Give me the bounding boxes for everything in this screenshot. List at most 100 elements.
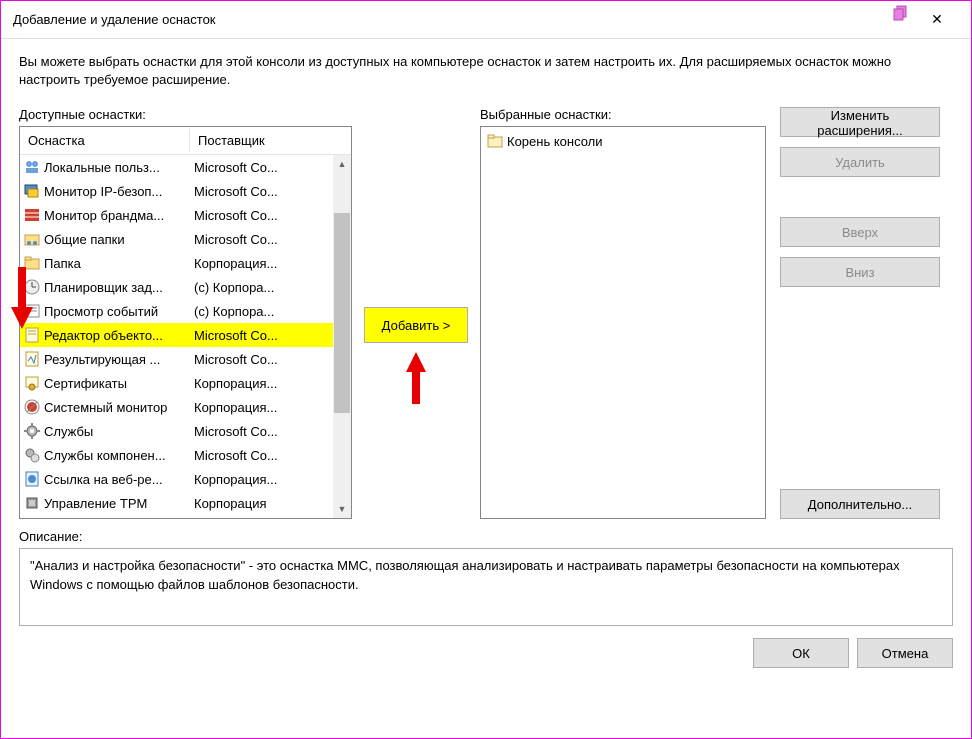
snapin-name: Общие папки bbox=[44, 232, 125, 247]
services-icon bbox=[24, 423, 40, 439]
list-item[interactable]: Папка Корпорация... bbox=[20, 251, 333, 275]
list-item[interactable]: Локальные польз... Microsoft Co... bbox=[20, 155, 333, 179]
move-up-button: Вверх bbox=[780, 217, 940, 247]
snapin-name: Монитор брандма... bbox=[44, 208, 164, 223]
move-down-button: Вниз bbox=[780, 257, 940, 287]
snapin-name: Системный монитор bbox=[44, 400, 167, 415]
add-button[interactable]: Добавить > bbox=[364, 307, 468, 343]
tpm-icon bbox=[24, 495, 40, 511]
snapin-vendor: Microsoft Co... bbox=[190, 160, 333, 175]
list-item[interactable]: Службы компонен... Microsoft Co... bbox=[20, 443, 333, 467]
scroll-thumb[interactable] bbox=[334, 213, 350, 413]
list-item[interactable]: Планировщик зад... (c) Корпора... bbox=[20, 275, 333, 299]
annotation-arrow-mid bbox=[406, 352, 426, 404]
list-item[interactable]: Службы Microsoft Co... bbox=[20, 419, 333, 443]
window-title: Добавление и удаление оснасток bbox=[13, 12, 915, 27]
snapin-vendor: Microsoft Co... bbox=[190, 448, 333, 463]
monitor-ip-icon bbox=[24, 183, 40, 199]
certificates-icon bbox=[24, 375, 40, 391]
close-button[interactable]: ✕ bbox=[915, 5, 959, 35]
titlebar: Добавление и удаление оснасток ✕ bbox=[1, 1, 971, 39]
firewall-icon bbox=[24, 207, 40, 223]
annotation-arrow-left bbox=[11, 267, 33, 329]
snapin-name: Папка bbox=[44, 256, 81, 271]
tree-root-item[interactable]: Корень консоли bbox=[485, 131, 761, 151]
middle-column: Добавить > bbox=[352, 107, 480, 519]
cancel-button[interactable]: Отмена bbox=[857, 638, 953, 668]
intro-text: Вы можете выбрать оснастки для этой конс… bbox=[19, 53, 953, 89]
snapin-name: Локальные польз... bbox=[44, 160, 160, 175]
list-item[interactable]: Редактор объекто... Microsoft Co... bbox=[20, 323, 333, 347]
scroll-track[interactable] bbox=[333, 173, 351, 500]
description-box: "Анализ и настройка безопасности" - это … bbox=[19, 548, 953, 626]
snapin-name: Службы bbox=[44, 424, 93, 439]
snapin-vendor: Корпорация... bbox=[190, 472, 333, 487]
snapin-name: Ссылка на веб-ре... bbox=[44, 472, 163, 487]
selected-label: Выбранные оснастки: bbox=[480, 107, 766, 122]
shared-folders-icon bbox=[24, 231, 40, 247]
perfmon-icon bbox=[24, 399, 40, 415]
scroll-down-icon[interactable]: ▼ bbox=[333, 500, 351, 518]
gpo-editor-icon bbox=[24, 327, 40, 343]
snapin-name: Просмотр событий bbox=[44, 304, 158, 319]
list-item[interactable]: Управление TPM Корпорация bbox=[20, 491, 333, 515]
snapin-vendor: Microsoft Co... bbox=[190, 184, 333, 199]
snapin-vendor: Microsoft Co... bbox=[190, 352, 333, 367]
snapin-vendor: Microsoft Co... bbox=[190, 232, 333, 247]
available-label: Доступные оснастки: bbox=[19, 107, 352, 122]
snapin-vendor: Microsoft Co... bbox=[190, 328, 333, 343]
remove-button: Удалить bbox=[780, 147, 940, 177]
snapin-vendor: Microsoft Co... bbox=[190, 424, 333, 439]
columns: Доступные оснастки: Оснастка Поставщик Л… bbox=[19, 107, 953, 519]
close-icon: ✕ bbox=[931, 11, 943, 28]
ok-button[interactable]: ОК bbox=[753, 638, 849, 668]
list-item[interactable]: Монитор брандма... Microsoft Co... bbox=[20, 203, 333, 227]
list-item[interactable]: Монитор IP-безоп... Microsoft Co... bbox=[20, 179, 333, 203]
snapin-vendor: Microsoft Co... bbox=[190, 208, 333, 223]
snapin-name: Редактор объекто... bbox=[44, 328, 163, 343]
snapin-vendor: (c) Корпора... bbox=[190, 304, 333, 319]
right-column: Выбранные оснастки: Корень консоли Измен… bbox=[480, 107, 953, 519]
snapin-vendor: Корпорация bbox=[190, 496, 333, 511]
snapin-name: Сертификаты bbox=[44, 376, 127, 391]
available-listbox[interactable]: Оснастка Поставщик Локальные польз... Mic… bbox=[19, 126, 352, 519]
dialog-buttons: ОК Отмена bbox=[19, 626, 953, 672]
list-item[interactable]: Ссылка на веб-ре... Корпорация... bbox=[20, 467, 333, 491]
selected-column: Выбранные оснастки: Корень консоли bbox=[480, 107, 766, 519]
folder-icon bbox=[487, 133, 503, 149]
web-link-icon bbox=[24, 471, 40, 487]
advanced-button[interactable]: Дополнительно... bbox=[780, 489, 940, 519]
component-services-icon bbox=[24, 447, 40, 463]
list-item[interactable]: Сертификаты Корпорация... bbox=[20, 371, 333, 395]
snapin-name: Управление TPM bbox=[44, 496, 147, 511]
snapin-vendor: Корпорация... bbox=[190, 376, 333, 391]
list-item[interactable]: Результирующая ... Microsoft Co... bbox=[20, 347, 333, 371]
available-column: Доступные оснастки: Оснастка Поставщик Л… bbox=[19, 107, 352, 519]
dialog-window: Добавление и удаление оснасток ✕ Вы може… bbox=[0, 0, 972, 739]
copy-icon bbox=[893, 5, 909, 24]
list-item[interactable]: Просмотр событий (c) Корпора... bbox=[20, 299, 333, 323]
snapin-vendor: (c) Корпора... bbox=[190, 280, 333, 295]
description-label: Описание: bbox=[19, 529, 953, 544]
available-rows: Локальные польз...Microsoft Co...Монитор… bbox=[20, 155, 333, 515]
selected-listbox[interactable]: Корень консоли bbox=[480, 126, 766, 519]
list-item[interactable]: Системный монитор Корпорация... bbox=[20, 395, 333, 419]
users-icon bbox=[24, 159, 40, 175]
snapin-vendor: Корпорация... bbox=[190, 256, 333, 271]
snapin-vendor: Корпорация... bbox=[190, 400, 333, 415]
description-section: Описание: "Анализ и настройка безопаснос… bbox=[19, 529, 953, 626]
snapin-name: Результирующая ... bbox=[44, 352, 160, 367]
scrollbar[interactable]: ▲ ▼ bbox=[333, 155, 351, 518]
list-header: Оснастка Поставщик bbox=[20, 127, 351, 155]
dialog-content: Вы можете выбрать оснастки для этой конс… bbox=[1, 39, 971, 738]
snapin-name: Монитор IP-безоп... bbox=[44, 184, 162, 199]
snapin-name: Планировщик зад... bbox=[44, 280, 163, 295]
col-name-header[interactable]: Оснастка bbox=[20, 129, 190, 152]
col-vendor-header[interactable]: Поставщик bbox=[190, 129, 351, 152]
snapin-name: Службы компонен... bbox=[44, 448, 166, 463]
tree-root-label: Корень консоли bbox=[507, 134, 603, 149]
edit-extensions-button[interactable]: Изменить расширения... bbox=[780, 107, 940, 137]
scroll-up-icon[interactable]: ▲ bbox=[333, 155, 351, 173]
list-item[interactable]: Общие папки Microsoft Co... bbox=[20, 227, 333, 251]
rsop-icon bbox=[24, 351, 40, 367]
